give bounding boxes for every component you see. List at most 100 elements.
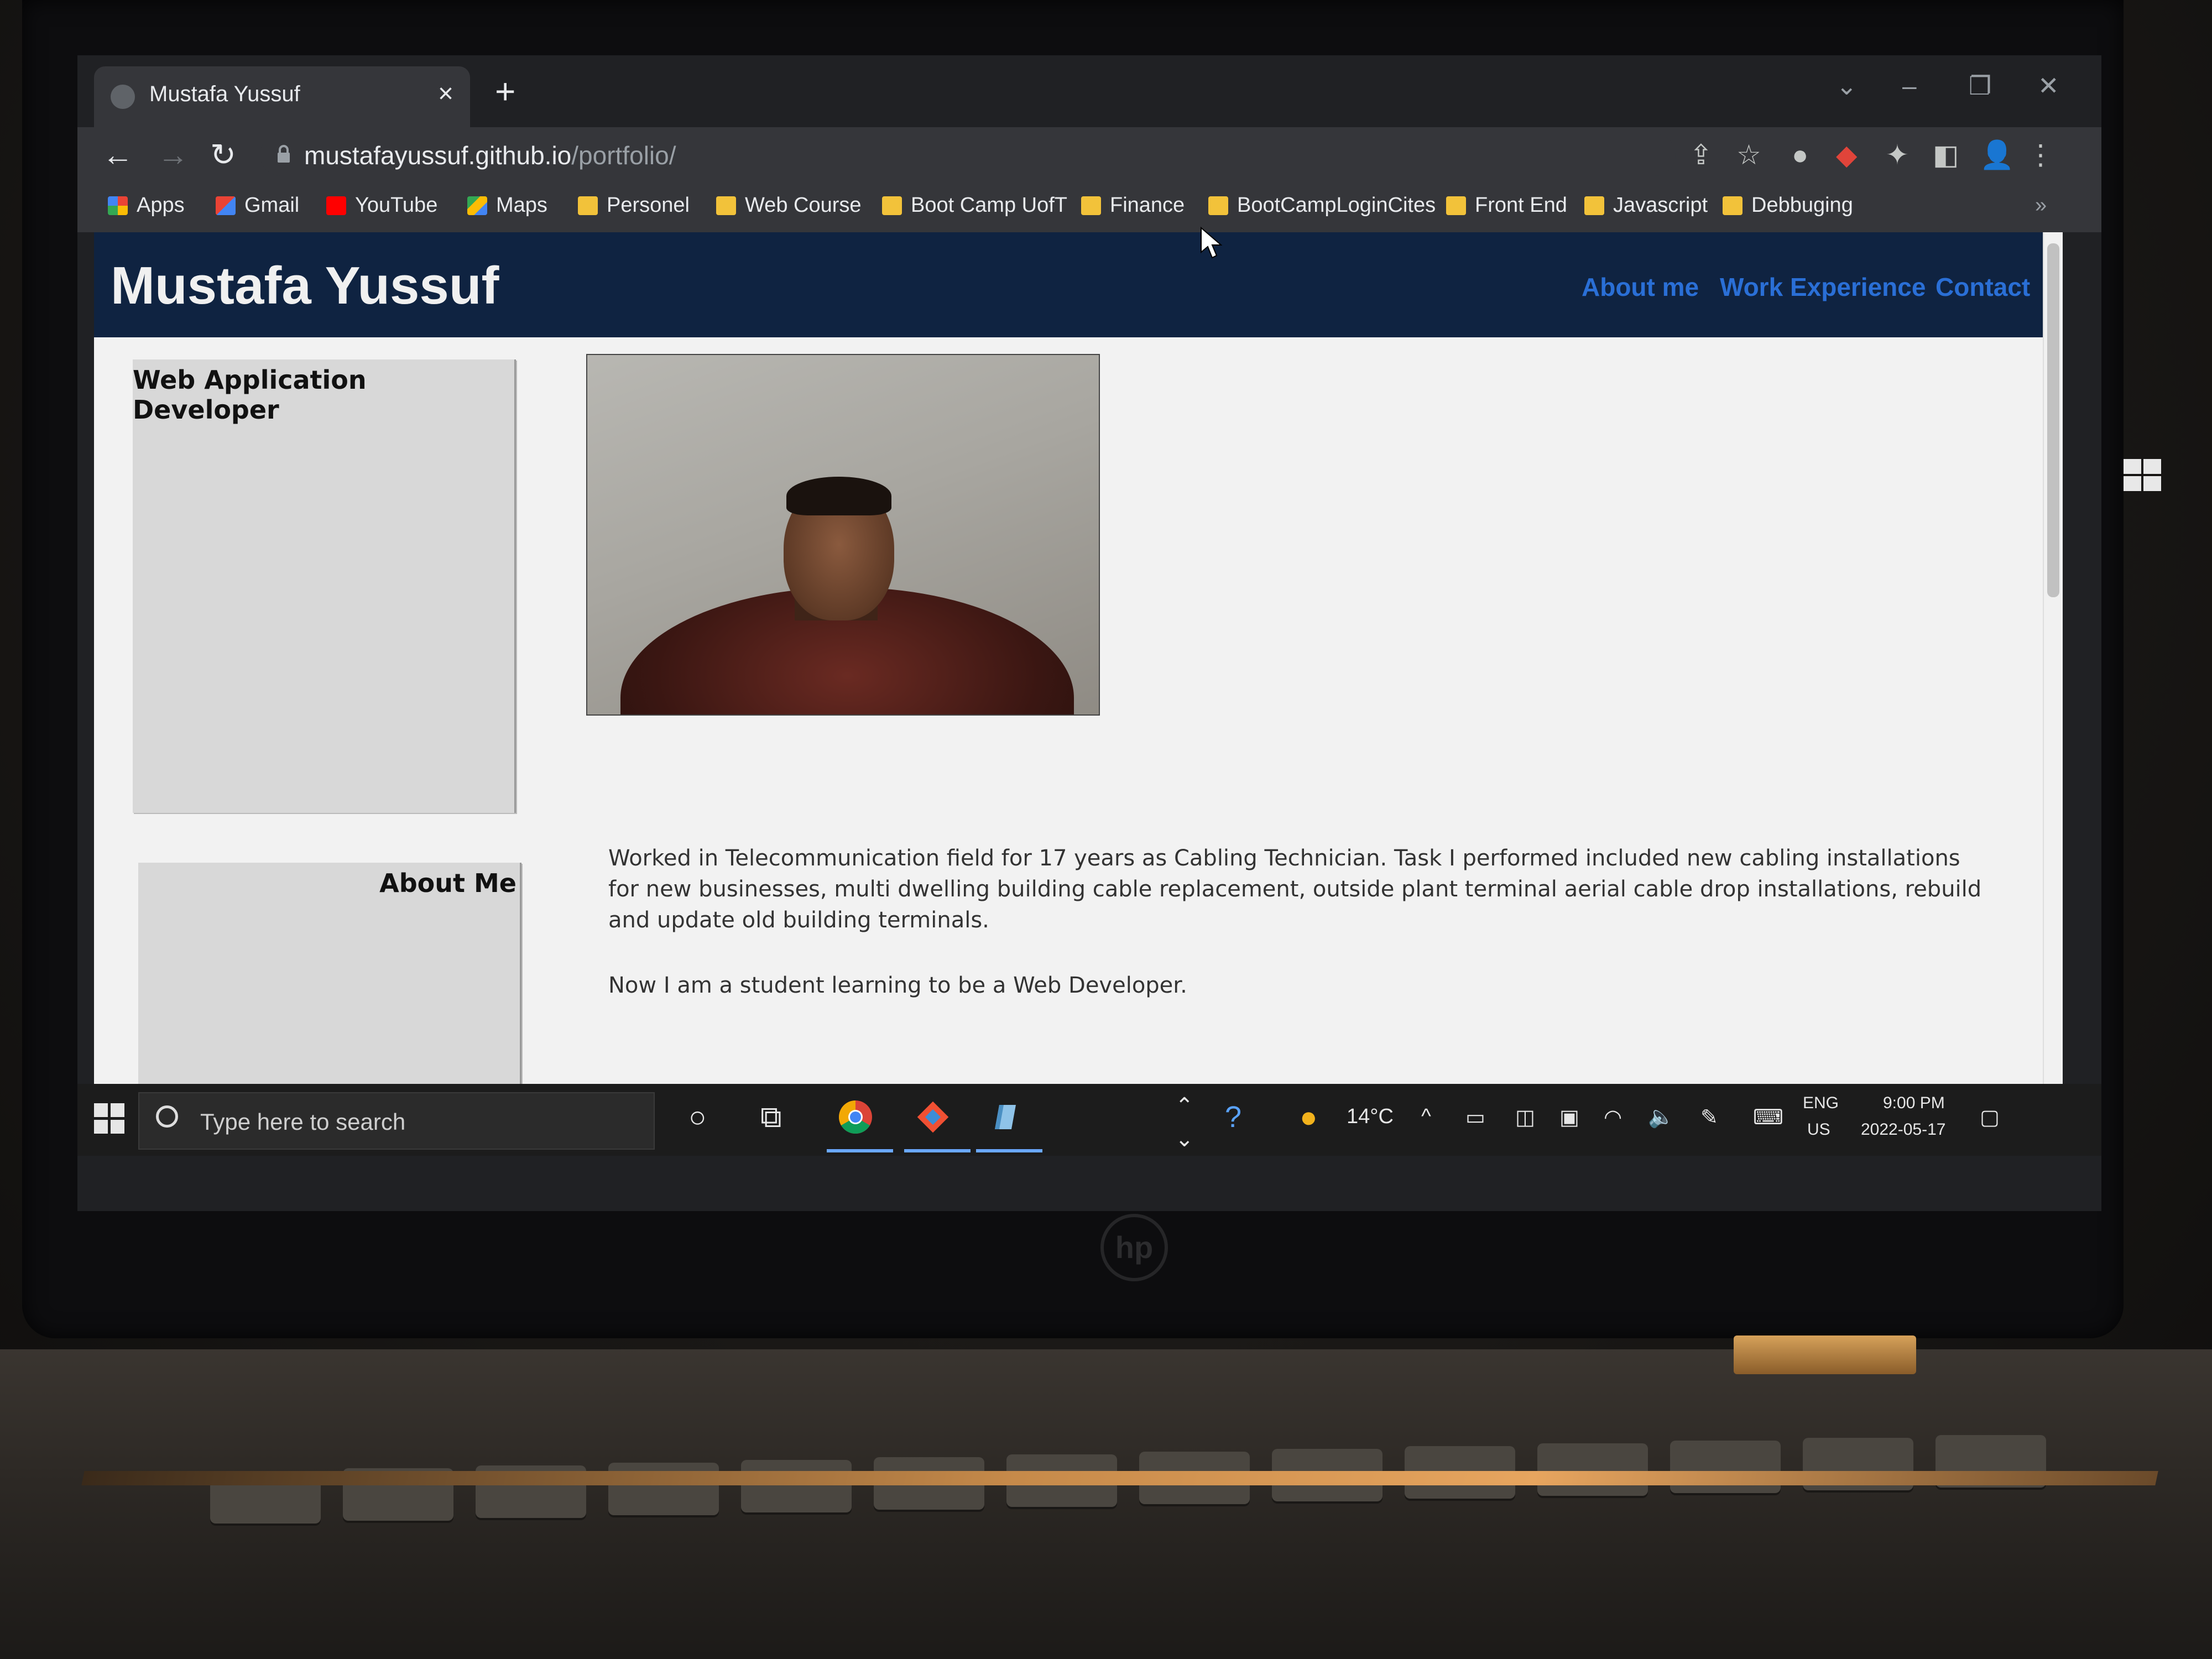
notification-icon[interactable]: ▢ [1980, 1105, 2000, 1130]
browser-tab[interactable]: Mustafa Yussuf × [94, 66, 470, 127]
bookmark-folder[interactable]: Boot Camp UofT [882, 194, 1067, 217]
close-icon[interactable]: × [438, 79, 453, 109]
bookmark-folder[interactable]: Front End [1446, 194, 1567, 217]
bookmark-folder[interactable]: Javascript [1584, 194, 1708, 217]
git-app-icon[interactable] [915, 1099, 951, 1141]
display-icon[interactable]: ▣ [1559, 1105, 1579, 1130]
battery-icon[interactable]: ▭ [1465, 1105, 1485, 1130]
new-tab-plus-icon[interactable]: + [495, 72, 515, 111]
chrome-active-indicator [827, 1149, 893, 1152]
nav-link-work-experience[interactable]: Work Experience [1720, 272, 1926, 302]
weather-sun-icon: ● [1300, 1100, 1318, 1134]
bookmark-maps[interactable]: Maps [467, 194, 547, 217]
nav-link-about-me[interactable]: About me [1582, 272, 1699, 302]
nav-link-contact[interactable]: Contact [1936, 272, 2030, 302]
wifi-icon[interactable]: ◠ [1604, 1105, 1622, 1130]
menu-kebab-icon[interactable]: ⋮ [2027, 139, 2054, 170]
tab-title: Mustafa Yussuf [149, 82, 300, 106]
about-me-card: About Me [138, 863, 521, 1084]
folder-icon [1723, 196, 1743, 215]
minimize-icon[interactable]: – [1902, 71, 1917, 101]
temperature: 14°C [1347, 1105, 1394, 1128]
scroll-up-down-icon[interactable]: ⌃ ⌄ [1175, 1089, 1194, 1156]
restore-icon[interactable]: ❐ [1969, 71, 1991, 101]
bookmark-label: Debbuging [1751, 194, 1853, 217]
lock-icon [278, 145, 290, 163]
help-question-icon[interactable]: ? [1225, 1100, 1241, 1134]
profile-icon[interactable]: 👤 [1980, 139, 2014, 170]
share-icon[interactable]: ⇪ [1689, 139, 1713, 170]
scrollbar-thumb[interactable] [2047, 243, 2059, 597]
git-active-indicator [904, 1149, 971, 1152]
hp-logo: hp [1100, 1214, 1168, 1281]
about-me-title: About Me [379, 868, 517, 898]
keyboard-key [741, 1460, 852, 1512]
star-bookmark-icon[interactable]: ☆ [1736, 139, 1761, 170]
device-icon[interactable]: ◫ [1515, 1105, 1535, 1130]
chevron-down-icon[interactable]: ⌄ [1836, 71, 1858, 101]
photo-hair [786, 477, 891, 515]
bookmark-folder[interactable]: Finance [1081, 194, 1185, 217]
youtube-icon [326, 196, 346, 215]
bookmark-label: BootCampLoginCites [1237, 194, 1436, 217]
puzzle-extensions-icon[interactable]: ✦ [1886, 139, 1909, 170]
bookmark-label: Front End [1475, 194, 1567, 217]
notes-active-indicator [976, 1149, 1042, 1152]
laptop-keyboard-deck [0, 1349, 2212, 1659]
bookmark-folder[interactable]: Personel [578, 194, 690, 217]
role-title: Web Application Developer [133, 365, 367, 425]
apps-grid-icon [108, 196, 128, 215]
folder-icon [882, 196, 902, 215]
browser-toolbar: ← → ↻ mustafayussuf.github.io/portfolio/… [77, 127, 2101, 182]
windows-start-icon[interactable] [94, 1103, 125, 1134]
reload-icon[interactable]: ↻ [210, 138, 236, 171]
bookmark-folder[interactable]: Web Course [716, 194, 862, 217]
bookmark-label: Maps [496, 194, 547, 217]
clock-time[interactable]: 9:00 PM [1883, 1094, 1945, 1113]
chrome-icon[interactable] [838, 1099, 873, 1141]
about-student-paragraph: Now I am a student learning to be a Web … [608, 973, 1187, 998]
profile-photo [586, 354, 1100, 716]
folder-icon [1584, 196, 1604, 215]
keyboard-icon[interactable]: ⌨ [1753, 1105, 1783, 1130]
keyboard-key [1537, 1443, 1648, 1496]
clock-date[interactable]: 2022-05-17 [1861, 1120, 1945, 1139]
volume-icon[interactable]: 🔈 [1648, 1105, 1674, 1129]
bookmark-apps[interactable]: Apps [108, 194, 185, 217]
folder-icon [1081, 196, 1101, 215]
pen-icon[interactable]: ✎ [1700, 1105, 1718, 1130]
bookmark-label: Finance [1110, 194, 1185, 217]
windows-logo-icon [2124, 459, 2161, 491]
gmail-icon [216, 196, 236, 215]
search-placeholder: Type here to search [200, 1109, 406, 1135]
forward-arrow-icon[interactable]: → [158, 138, 189, 171]
bookmark-gmail[interactable]: Gmail [216, 194, 299, 217]
folder-icon [578, 196, 598, 215]
hinge-light [1734, 1335, 1916, 1374]
folder-icon [1446, 196, 1466, 215]
language-code[interactable]: ENG [1803, 1094, 1839, 1113]
extension-icon[interactable]: ● [1792, 139, 1808, 170]
region-code[interactable]: US [1807, 1120, 1830, 1139]
more-bookmarks-chevron-icon[interactable]: » [2035, 194, 2047, 217]
side-panel-icon[interactable]: ◧ [1933, 139, 1959, 170]
window-close-icon[interactable]: ✕ [2038, 71, 2059, 101]
bookmark-folder[interactable]: Debbuging [1723, 194, 1853, 217]
mouse-cursor-icon [1201, 227, 1222, 259]
bookmarks-bar: Apps Gmail YouTube Maps Personel Web Cou… [77, 182, 2101, 233]
bookmark-folder[interactable]: BootCampLoginCites [1208, 194, 1436, 217]
taskbar-search-box[interactable]: Type here to search [138, 1092, 655, 1150]
bookmark-youtube[interactable]: YouTube [326, 194, 437, 217]
cast-extension-icon[interactable]: ◆ [1836, 139, 1857, 170]
address-bar[interactable]: mustafayussuf.github.io/portfolio/ [260, 134, 1676, 176]
cortana-circle-icon[interactable]: ○ [688, 1100, 707, 1134]
url-path: /portfolio/ [571, 141, 676, 170]
back-arrow-icon[interactable]: ← [102, 138, 133, 171]
role-card: Web Application Developer [133, 359, 516, 813]
task-view-icon[interactable]: ⧉ [760, 1100, 782, 1134]
globe-icon [111, 85, 135, 109]
page-scrollbar[interactable] [2043, 232, 2063, 1084]
chevron-up-icon[interactable]: ^ [1421, 1105, 1431, 1129]
browser-tab-strip: Mustafa Yussuf × + ⌄ – ❐ ✕ [77, 55, 2101, 127]
notes-app-icon[interactable] [987, 1099, 1022, 1141]
